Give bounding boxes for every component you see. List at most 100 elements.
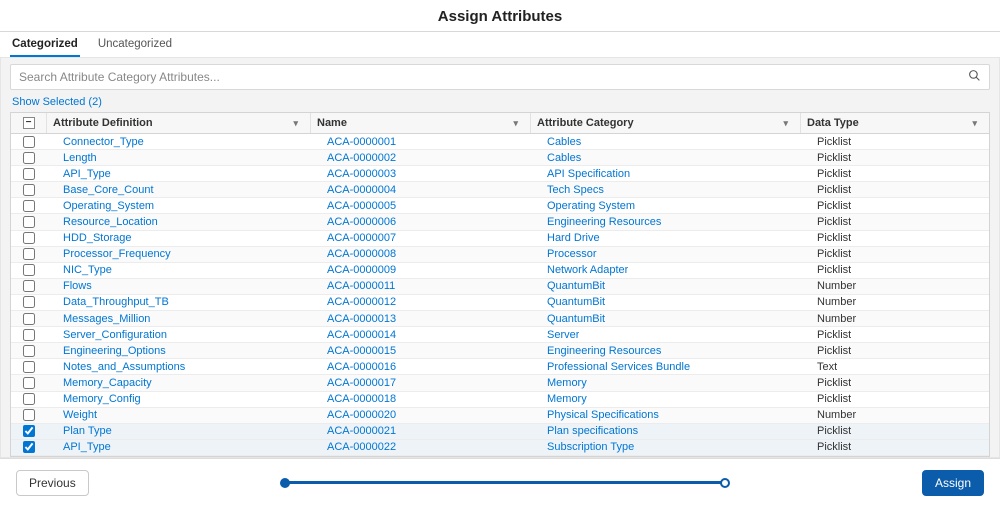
row-checkbox[interactable] [23,184,35,196]
attribute-name-link[interactable]: ACA-0000020 [327,409,396,421]
attribute-definition-link[interactable]: API_Type [63,441,111,453]
col-header-name[interactable]: Name ▾ [311,113,531,133]
attribute-name-link[interactable]: ACA-0000022 [327,441,396,453]
tab-categorized[interactable]: Categorized [10,32,80,57]
col-header-label: Attribute Definition [53,117,153,129]
attribute-name-link[interactable]: ACA-0000004 [327,184,396,196]
row-checkbox[interactable] [23,345,35,357]
attribute-category-link[interactable]: Processor [547,248,597,260]
row-checkbox[interactable] [23,248,35,260]
attribute-definition-link[interactable]: Weight [63,409,97,421]
attribute-name-link[interactable]: ACA-0000002 [327,152,396,164]
data-type-value: Picklist [817,232,851,244]
attribute-category-link[interactable]: QuantumBit [547,296,605,308]
attribute-definition-link[interactable]: Notes_and_Assumptions [63,361,185,373]
attributes-table: − Attribute Definition ▾ Name ▾ Attribut… [10,112,990,457]
attribute-category-link[interactable]: Cables [547,152,581,164]
attribute-definition-link[interactable]: Flows [63,280,92,292]
attribute-name-link[interactable]: ACA-0000014 [327,329,396,341]
attribute-category-link[interactable]: Engineering Resources [547,345,661,357]
attribute-name-link[interactable]: ACA-0000007 [327,232,396,244]
attribute-definition-link[interactable]: Plan Type [63,425,112,437]
attribute-category-link[interactable]: Physical Specifications [547,409,659,421]
row-checkbox[interactable] [23,425,35,437]
attribute-definition-link[interactable]: API_Type [63,168,111,180]
attribute-name-link[interactable]: ACA-0000015 [327,345,396,357]
row-checkbox[interactable] [23,152,35,164]
show-selected-link[interactable]: Show Selected (2) [10,90,990,112]
attribute-definition-link[interactable]: Base_Core_Count [63,184,154,196]
attribute-definition-link[interactable]: Memory_Config [63,393,141,405]
data-type-value: Picklist [817,184,851,196]
row-checkbox[interactable] [23,393,35,405]
attribute-category-link[interactable]: Network Adapter [547,264,628,276]
row-checkbox[interactable] [23,409,35,421]
attribute-definition-link[interactable]: Processor_Frequency [63,248,171,260]
attribute-category-link[interactable]: Memory [547,377,587,389]
attribute-category-link[interactable]: QuantumBit [547,313,605,325]
attribute-category-link[interactable]: Memory [547,393,587,405]
row-checkbox[interactable] [23,264,35,276]
attribute-category-link[interactable]: QuantumBit [547,280,605,292]
col-header-label: Data Type [807,117,859,129]
attribute-definition-link[interactable]: Connector_Type [63,136,144,148]
attribute-category-link[interactable]: Plan specifications [547,425,638,437]
attribute-name-link[interactable]: ACA-0000003 [327,168,396,180]
row-checkbox[interactable] [23,329,35,341]
attribute-definition-link[interactable]: HDD_Storage [63,232,131,244]
search-wrap [10,64,990,90]
attribute-definition-link[interactable]: Resource_Location [63,216,158,228]
row-checkbox[interactable] [23,200,35,212]
row-checkbox[interactable] [23,280,35,292]
attribute-category-link[interactable]: Cables [547,136,581,148]
attribute-category-link[interactable]: Engineering Resources [547,216,661,228]
row-checkbox[interactable] [23,216,35,228]
attribute-category-link[interactable]: Subscription Type [547,441,634,453]
attribute-name-link[interactable]: ACA-0000001 [327,136,396,148]
attribute-definition-link[interactable]: Server_Configuration [63,329,167,341]
col-header-label: Name [317,117,347,129]
row-checkbox[interactable] [23,136,35,148]
select-all-checkbox[interactable]: − [23,117,35,129]
col-header-datatype[interactable]: Data Type ▾ [801,113,989,133]
attribute-definition-link[interactable]: Engineering_Options [63,345,166,357]
attribute-name-link[interactable]: ACA-0000005 [327,200,396,212]
col-header-category[interactable]: Attribute Category ▾ [531,113,801,133]
attribute-definition-link[interactable]: Memory_Capacity [63,377,152,389]
row-checkbox[interactable] [23,377,35,389]
previous-button[interactable]: Previous [16,470,89,496]
attribute-definition-link[interactable]: Messages_Million [63,313,150,325]
tab-uncategorized[interactable]: Uncategorized [96,32,174,57]
col-header-definition[interactable]: Attribute Definition ▾ [47,113,311,133]
search-icon[interactable] [968,69,981,85]
row-checkbox[interactable] [23,313,35,325]
attribute-definition-link[interactable]: NIC_Type [63,264,112,276]
attribute-name-link[interactable]: ACA-0000012 [327,296,396,308]
attribute-name-link[interactable]: ACA-0000016 [327,361,396,373]
attribute-name-link[interactable]: ACA-0000018 [327,393,396,405]
attribute-category-link[interactable]: Tech Specs [547,184,604,196]
attribute-category-link[interactable]: API Specification [547,168,630,180]
attribute-name-link[interactable]: ACA-0000017 [327,377,396,389]
attribute-definition-link[interactable]: Length [63,152,97,164]
attribute-name-link[interactable]: ACA-0000013 [327,313,396,325]
attribute-category-link[interactable]: Server [547,329,579,341]
attribute-category-link[interactable]: Operating System [547,200,635,212]
row-checkbox[interactable] [23,441,35,453]
progress-step-2 [720,478,730,488]
attribute-definition-link[interactable]: Data_Throughput_TB [63,296,169,308]
row-checkbox[interactable] [23,361,35,373]
search-input[interactable] [19,70,968,84]
row-checkbox[interactable] [23,168,35,180]
attribute-category-link[interactable]: Professional Services Bundle [547,361,690,373]
attribute-name-link[interactable]: ACA-0000021 [327,425,396,437]
attribute-name-link[interactable]: ACA-0000008 [327,248,396,260]
attribute-name-link[interactable]: ACA-0000009 [327,264,396,276]
attribute-definition-link[interactable]: Operating_System [63,200,154,212]
attribute-name-link[interactable]: ACA-0000011 [327,280,395,292]
row-checkbox[interactable] [23,232,35,244]
row-checkbox[interactable] [23,296,35,308]
attribute-category-link[interactable]: Hard Drive [547,232,600,244]
attribute-name-link[interactable]: ACA-0000006 [327,216,396,228]
assign-button[interactable]: Assign [922,470,984,496]
